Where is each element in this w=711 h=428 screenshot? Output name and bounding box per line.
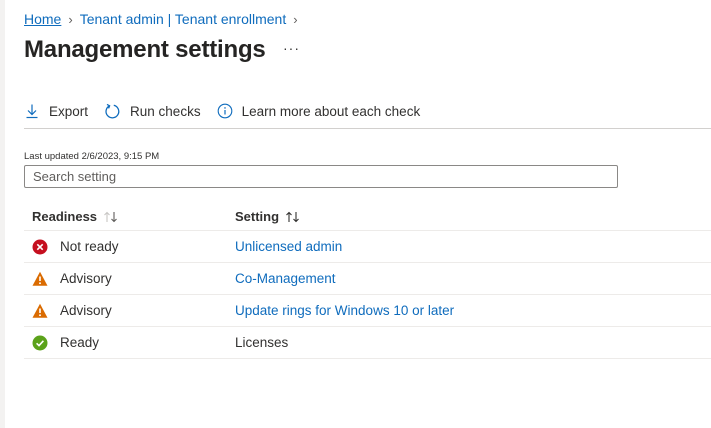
readiness-cell: Ready: [24, 335, 227, 351]
setting-cell: Update rings for Windows 10 or later: [227, 303, 454, 318]
sort-icon: [285, 211, 301, 223]
table-header: Readiness Setting: [24, 203, 711, 231]
readiness-label: Not ready: [60, 239, 119, 254]
chevron-right-icon: ›: [68, 11, 73, 27]
setting-cell: Co-Management: [227, 271, 336, 286]
sort-icon: [103, 211, 119, 223]
settings-table: Readiness Setting Not ready Unlicensed a…: [24, 203, 711, 359]
readiness-cell: Advisory: [24, 303, 227, 319]
export-button[interactable]: Export: [24, 103, 88, 119]
error-circle-icon: [32, 239, 48, 255]
run-checks-button[interactable]: Run checks: [104, 103, 201, 120]
readiness-cell: Not ready: [24, 239, 227, 255]
left-edge-strip: [0, 0, 5, 428]
warning-triangle-icon: [32, 303, 48, 319]
learn-more-label: Learn more about each check: [241, 103, 421, 119]
chevron-right-icon: ›: [293, 11, 298, 27]
more-options-button[interactable]: ···: [283, 40, 300, 56]
column-header-readiness[interactable]: Readiness: [24, 209, 227, 224]
setting-cell: Licenses: [227, 335, 288, 350]
refresh-icon: [105, 103, 120, 118]
command-bar: Export Run checks Learn more about each …: [24, 101, 436, 121]
page-title: Management settings: [24, 36, 266, 63]
breadcrumb-tenant-enrollment-link[interactable]: Tenant admin | Tenant enrollment: [80, 11, 287, 27]
info-icon: [217, 103, 232, 119]
table-row: Advisory Co-Management: [24, 263, 711, 295]
setting-cell: Unlicensed admin: [227, 239, 342, 254]
toolbar-divider: [24, 128, 711, 129]
column-header-setting[interactable]: Setting: [227, 209, 301, 224]
setting-link-unlicensed-admin[interactable]: Unlicensed admin: [235, 239, 342, 254]
column-header-label: Readiness: [32, 209, 98, 224]
search-input[interactable]: [24, 165, 618, 188]
run-checks-label: Run checks: [130, 103, 201, 119]
table-row: Ready Licenses: [24, 327, 711, 359]
readiness-label: Advisory: [60, 271, 112, 286]
checkmark-circle-icon: [32, 335, 48, 351]
breadcrumb: Home › Tenant admin | Tenant enrollment …: [24, 10, 305, 28]
setting-text-licenses: Licenses: [235, 335, 289, 350]
setting-link-co-management[interactable]: Co-Management: [235, 271, 336, 286]
readiness-cell: Advisory: [24, 271, 227, 287]
download-icon: [26, 104, 38, 119]
breadcrumb-home-link[interactable]: Home: [24, 11, 61, 27]
setting-link-update-rings[interactable]: Update rings for Windows 10 or later: [235, 303, 454, 318]
readiness-label: Ready: [60, 335, 100, 350]
table-row: Advisory Update rings for Windows 10 or …: [24, 295, 711, 327]
export-label: Export: [49, 103, 89, 119]
column-header-label: Setting: [235, 209, 280, 224]
last-updated-text: Last updated 2/6/2023, 9:15 PM: [24, 151, 160, 162]
table-row: Not ready Unlicensed admin: [24, 231, 711, 263]
readiness-label: Advisory: [60, 303, 112, 318]
warning-triangle-icon: [32, 271, 48, 287]
learn-more-button[interactable]: Learn more about each check: [217, 103, 421, 119]
